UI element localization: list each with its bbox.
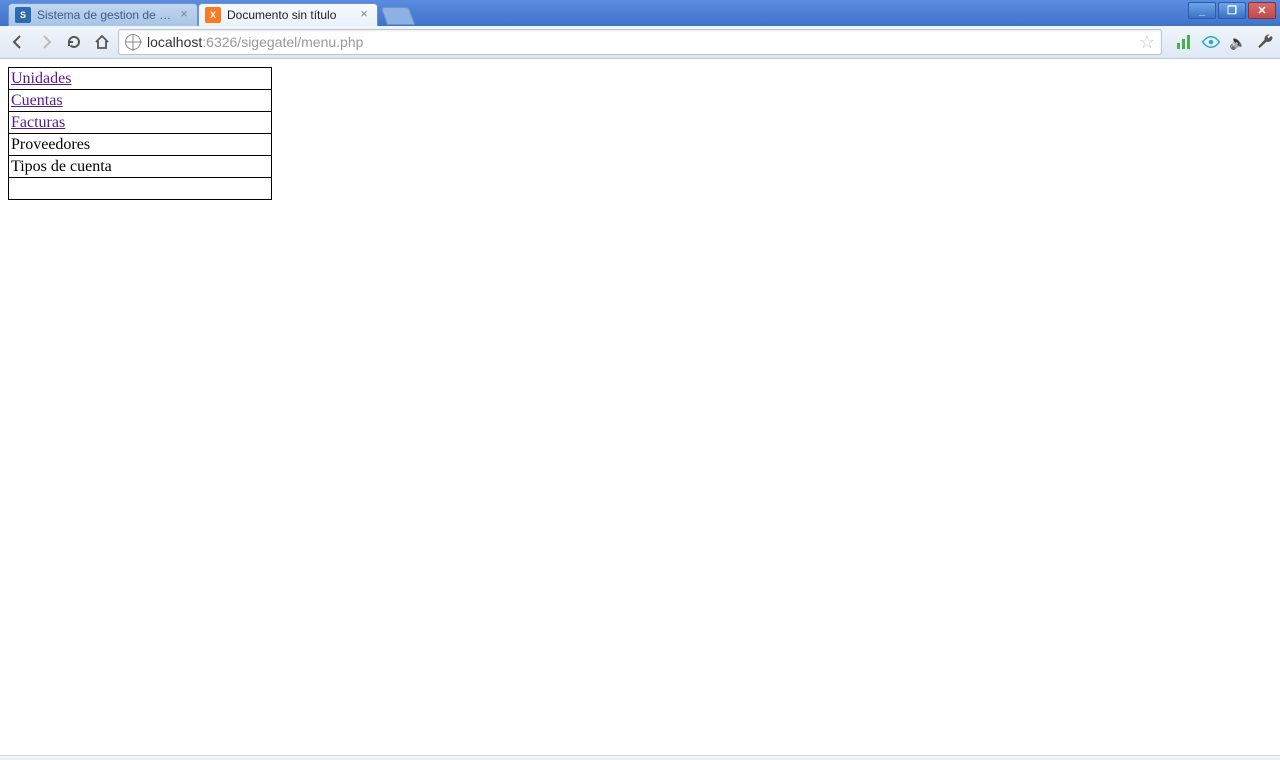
favicon-icon: X bbox=[205, 7, 221, 23]
tab-title: Documento sin título bbox=[227, 8, 353, 22]
tab-title: Sistema de gestion de gastos bbox=[37, 8, 173, 22]
close-icon[interactable]: × bbox=[177, 8, 191, 22]
window-controls: _ ❐ ✕ bbox=[1188, 2, 1276, 19]
page-viewport: Unidades Cuentas Facturas Proveedores Ti… bbox=[0, 59, 1280, 755]
forward-button[interactable] bbox=[34, 30, 58, 54]
close-window-button[interactable]: ✕ bbox=[1248, 2, 1276, 19]
table-row: Unidades bbox=[9, 68, 272, 90]
maximize-button[interactable]: ❐ bbox=[1218, 2, 1246, 19]
browser-toolbar: localhost:6326/sigegatel/menu.php ☆ bbox=[0, 26, 1280, 59]
table-row bbox=[9, 178, 272, 200]
url-text: localhost:6326/sigegatel/menu.php bbox=[147, 34, 363, 50]
bookmark-star-icon[interactable]: ☆ bbox=[1139, 32, 1155, 53]
back-button[interactable] bbox=[6, 30, 30, 54]
eye-icon[interactable] bbox=[1202, 33, 1220, 51]
tab-strip: S Sistema de gestion de gastos × X Docum… bbox=[0, 0, 1280, 26]
menu-link-facturas[interactable]: Facturas bbox=[11, 114, 65, 131]
status-bar bbox=[0, 755, 1280, 760]
menu-table: Unidades Cuentas Facturas Proveedores Ti… bbox=[8, 67, 272, 200]
network-bars-icon[interactable] bbox=[1174, 33, 1192, 51]
tab-sistema-gestion[interactable]: S Sistema de gestion de gastos × bbox=[8, 3, 198, 26]
url-rest: :6326/sigegatel/menu.php bbox=[202, 34, 363, 50]
menu-item-tipos-de-cuenta: Tipos de cuenta bbox=[11, 158, 112, 175]
table-row: Facturas bbox=[9, 112, 272, 134]
reload-button[interactable] bbox=[62, 30, 86, 54]
sound-icon[interactable] bbox=[1230, 34, 1246, 50]
url-host: localhost bbox=[147, 34, 202, 50]
home-button[interactable] bbox=[90, 30, 114, 54]
favicon-icon: S bbox=[15, 7, 31, 23]
wrench-icon[interactable] bbox=[1256, 33, 1274, 51]
globe-icon bbox=[125, 34, 141, 50]
address-bar[interactable]: localhost:6326/sigegatel/menu.php ☆ bbox=[118, 29, 1162, 55]
page-content: Unidades Cuentas Facturas Proveedores Ti… bbox=[0, 59, 1280, 208]
table-row: Proveedores bbox=[9, 134, 272, 156]
menu-item-proveedores: Proveedores bbox=[11, 136, 90, 153]
minimize-button[interactable]: _ bbox=[1188, 2, 1216, 19]
close-icon[interactable]: × bbox=[357, 8, 371, 22]
tab-documento-sin-titulo[interactable]: X Documento sin título × bbox=[198, 3, 378, 26]
menu-link-unidades[interactable]: Unidades bbox=[11, 70, 71, 87]
new-tab-button[interactable] bbox=[381, 7, 416, 25]
table-row: Cuentas bbox=[9, 90, 272, 112]
menu-link-cuentas[interactable]: Cuentas bbox=[11, 92, 63, 109]
table-row: Tipos de cuenta bbox=[9, 156, 272, 178]
extension-icons bbox=[1174, 33, 1274, 51]
